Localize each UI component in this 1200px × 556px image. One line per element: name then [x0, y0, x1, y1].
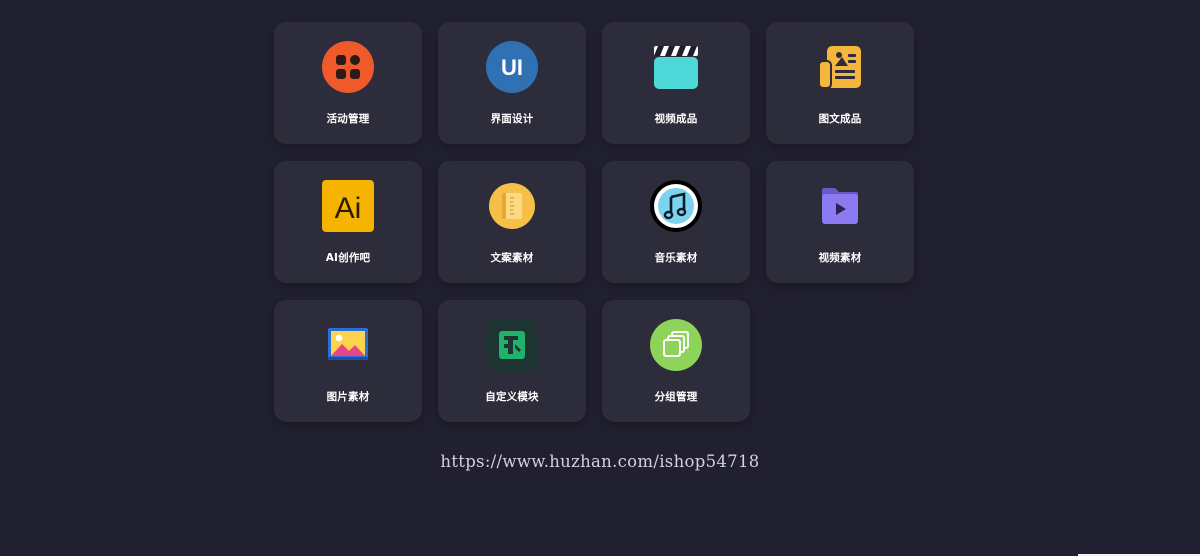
watermark-url: https://www.huzhan.com/ishop54718: [440, 452, 760, 471]
tile-music-material[interactable]: 音乐素材: [602, 161, 750, 283]
tile-label: 音乐素材: [654, 252, 698, 264]
custom-module-icon: [486, 319, 538, 371]
tile-activity-management[interactable]: 活动管理: [274, 22, 422, 144]
activity-grid-icon: [322, 41, 374, 93]
tile-label: 分组管理: [654, 391, 698, 403]
tile-label: 图文成品: [818, 113, 862, 125]
tile-video-material[interactable]: 视频素材: [766, 161, 914, 283]
ui-icon: UI: [486, 41, 538, 93]
video-folder-icon: [814, 180, 866, 232]
tile-label: 自定义模块: [485, 391, 539, 403]
tile-ai-creation[interactable]: Ai AI创作吧: [274, 161, 422, 283]
clapperboard-icon: [650, 41, 702, 93]
tile-label: 图片素材: [326, 391, 370, 403]
ai-icon-text: Ai: [335, 192, 362, 225]
picture-icon: [322, 319, 374, 371]
tile-ui-design[interactable]: UI 界面设计: [438, 22, 586, 144]
tile-group-management[interactable]: 分组管理: [602, 300, 750, 422]
tile-custom-module[interactable]: 自定义模块: [438, 300, 586, 422]
tile-image-material[interactable]: 图片素材: [274, 300, 422, 422]
tile-label: AI创作吧: [325, 252, 371, 264]
document-image-icon: [814, 41, 866, 93]
tile-copywriting-material[interactable]: 文案素材: [438, 161, 586, 283]
tile-label: 视频成品: [654, 113, 698, 125]
tile-graphic-product[interactable]: 图文成品: [766, 22, 914, 144]
tile-video-product[interactable]: 视频成品: [602, 22, 750, 144]
ui-icon-text: UI: [501, 55, 523, 80]
tile-label: 视频素材: [818, 252, 862, 264]
module-grid: 活动管理 UI 界面设计 视频成品 图文成品 Ai AI创作吧 文案素材 音乐素…: [274, 22, 914, 422]
tile-label: 活动管理: [326, 113, 370, 125]
music-note-icon: [650, 180, 702, 232]
notebook-icon: [486, 180, 538, 232]
ai-icon: Ai: [322, 180, 374, 232]
tile-label: 文案素材: [490, 252, 534, 264]
tile-label: 界面设计: [490, 113, 534, 125]
layers-icon: [650, 319, 702, 371]
